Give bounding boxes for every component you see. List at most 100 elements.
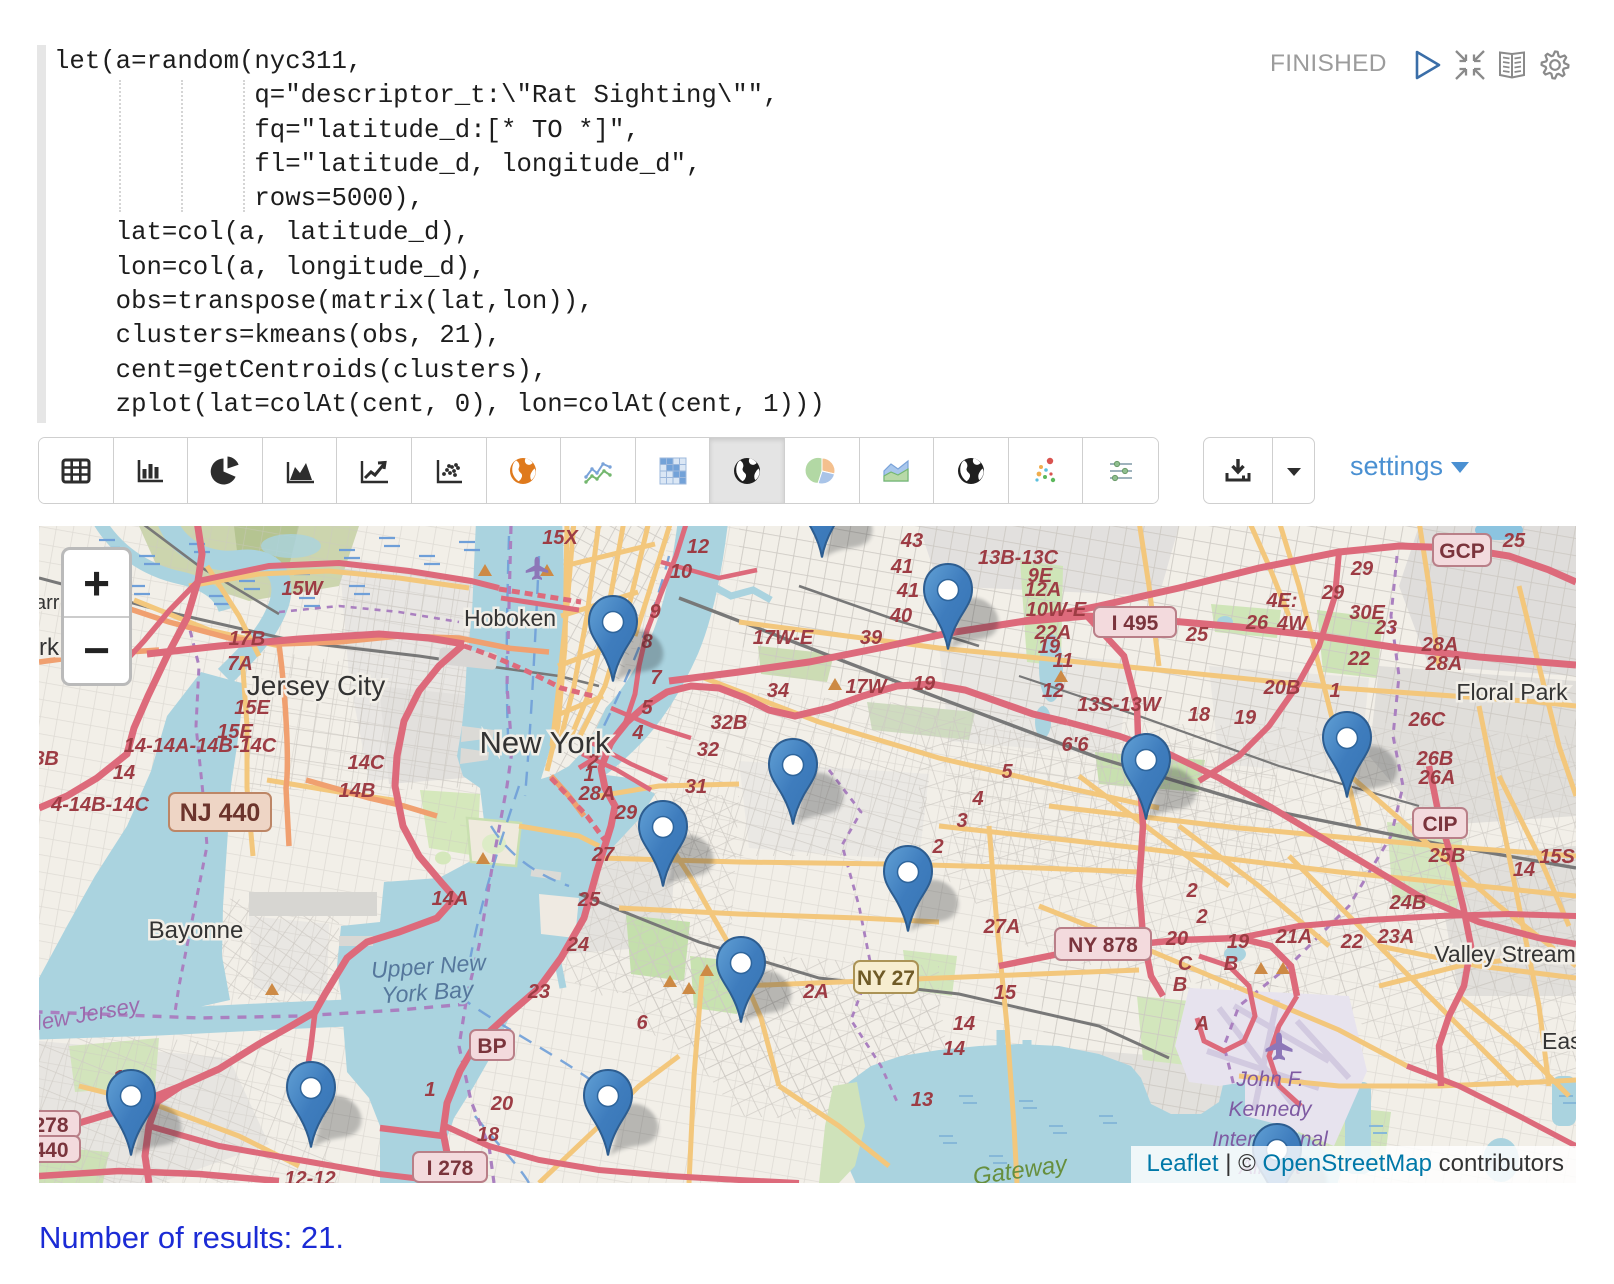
svg-text:Jersey City: Jersey City: [247, 670, 385, 701]
svg-text:23: 23: [1374, 617, 1397, 639]
svg-text:18: 18: [477, 1124, 500, 1146]
svg-text:20: 20: [490, 1093, 513, 1115]
svg-text:440: 440: [39, 1139, 69, 1162]
svg-text:5: 5: [1001, 761, 1013, 783]
svg-text:10W-E: 10W-E: [1026, 599, 1087, 621]
svg-text:9: 9: [649, 601, 661, 623]
svg-text:CIP: CIP: [1422, 813, 1457, 836]
svg-text:3: 3: [956, 810, 967, 832]
svg-text:14A: 14A: [432, 888, 469, 910]
svg-text:NY 878: NY 878: [1068, 934, 1138, 957]
svg-text:Floral Park: Floral Park: [1456, 679, 1568, 705]
svg-text:John F.: John F.: [1235, 1068, 1303, 1091]
svg-text:rk: rk: [39, 634, 60, 661]
svg-text:19: 19: [1227, 931, 1250, 953]
svg-text:26: 26: [1245, 612, 1269, 634]
svg-text:13: 13: [911, 1089, 933, 1111]
svg-text:GCP: GCP: [1439, 540, 1485, 563]
svg-text:41: 41: [896, 580, 919, 602]
svg-text:19: 19: [1038, 636, 1061, 658]
svg-text:41: 41: [890, 556, 913, 578]
svg-text:New York: New York: [480, 725, 611, 760]
svg-text:4: 4: [971, 788, 983, 810]
svg-text:Kennedy: Kennedy: [1229, 1098, 1313, 1121]
svg-text:24: 24: [566, 934, 589, 956]
svg-text:28A: 28A: [1425, 653, 1463, 675]
svg-text:23A: 23A: [1377, 926, 1415, 948]
svg-text:19: 19: [1234, 707, 1257, 729]
svg-text:Hoboken: Hoboken: [464, 605, 556, 631]
svg-text:17W-E: 17W-E: [753, 627, 814, 649]
svg-text:14-14A-14B-14C: 14-14A-14B-14C: [124, 735, 277, 757]
svg-text:14: 14: [1513, 859, 1535, 881]
svg-text:34: 34: [767, 680, 789, 702]
svg-text:15X: 15X: [542, 527, 579, 549]
svg-text:I 495: I 495: [1112, 612, 1159, 635]
svg-text:22: 22: [1347, 648, 1370, 670]
svg-text:2: 2: [1195, 906, 1207, 928]
svg-text:5: 5: [641, 697, 653, 719]
svg-text:B: B: [1173, 974, 1187, 996]
svg-text:26A: 26A: [1418, 767, 1456, 789]
svg-text:1: 1: [424, 1079, 435, 1101]
svg-text:31: 31: [685, 776, 707, 798]
svg-text:278: 278: [39, 1114, 69, 1137]
svg-text:4E:: 4E:: [1265, 590, 1297, 612]
svg-text:27: 27: [591, 844, 615, 866]
svg-text:arr: arr: [39, 592, 60, 614]
svg-text:BP: BP: [477, 1035, 506, 1058]
svg-text:25: 25: [577, 889, 601, 911]
svg-text:14: 14: [113, 762, 135, 784]
svg-text:2: 2: [931, 836, 943, 858]
svg-text:14B: 14B: [339, 780, 376, 802]
svg-text:14C: 14C: [348, 752, 385, 774]
svg-text:29: 29: [1350, 558, 1374, 580]
svg-text:25: 25: [1502, 530, 1526, 552]
svg-text:13S-13W: 13S-13W: [1077, 694, 1162, 716]
svg-text:8B: 8B: [39, 748, 59, 770]
svg-text:32: 32: [697, 739, 719, 761]
svg-text:25: 25: [1185, 624, 1209, 646]
svg-text:I 278: I 278: [427, 1157, 474, 1180]
svg-text:15W: 15W: [281, 578, 324, 600]
svg-text:NJ 440: NJ 440: [180, 799, 261, 827]
svg-text:4-14B-14C: 4-14B-14C: [50, 794, 149, 816]
svg-text:18: 18: [1188, 704, 1211, 726]
svg-text:29: 29: [1321, 582, 1345, 604]
svg-text:20: 20: [1165, 928, 1188, 950]
svg-text:15S: 15S: [1539, 846, 1575, 868]
svg-text:17B: 17B: [229, 628, 266, 650]
svg-text:B: B: [1224, 953, 1238, 975]
svg-text:20B: 20B: [1263, 677, 1301, 699]
svg-text:43: 43: [900, 530, 923, 552]
svg-text:7: 7: [650, 667, 662, 689]
svg-text:12-12: 12-12: [284, 1168, 335, 1183]
svg-text:2: 2: [1185, 880, 1197, 902]
svg-text:2A: 2A: [802, 981, 829, 1003]
svg-text:Valley Stream: Valley Stream: [1434, 941, 1575, 967]
svg-text:6'6: 6'6: [1061, 734, 1089, 756]
svg-text:25B: 25B: [1428, 845, 1466, 867]
svg-text:39: 39: [860, 627, 883, 649]
svg-text:Bayonne: Bayonne: [149, 917, 244, 944]
svg-text:12: 12: [1042, 680, 1064, 702]
svg-text:15: 15: [994, 982, 1017, 1004]
svg-text:23: 23: [527, 981, 550, 1003]
svg-text:14: 14: [943, 1038, 965, 1060]
svg-text:21A: 21A: [1275, 926, 1313, 948]
svg-text:17W: 17W: [845, 676, 888, 698]
svg-text:28A: 28A: [578, 783, 616, 805]
svg-text:4W: 4W: [1276, 613, 1309, 635]
svg-text:32B: 32B: [711, 712, 748, 734]
svg-text:40: 40: [889, 605, 912, 627]
svg-text:NY 27: NY 27: [857, 967, 915, 990]
svg-text:22: 22: [1340, 931, 1363, 953]
svg-text:4: 4: [631, 722, 643, 744]
svg-text:A: A: [1194, 1013, 1209, 1035]
svg-text:24B: 24B: [1389, 892, 1427, 914]
svg-text:12: 12: [687, 536, 709, 558]
svg-text:27A: 27A: [983, 916, 1021, 938]
svg-text:12A: 12A: [1025, 579, 1062, 601]
svg-text:26C: 26C: [1408, 709, 1446, 731]
svg-text:19: 19: [913, 673, 936, 695]
